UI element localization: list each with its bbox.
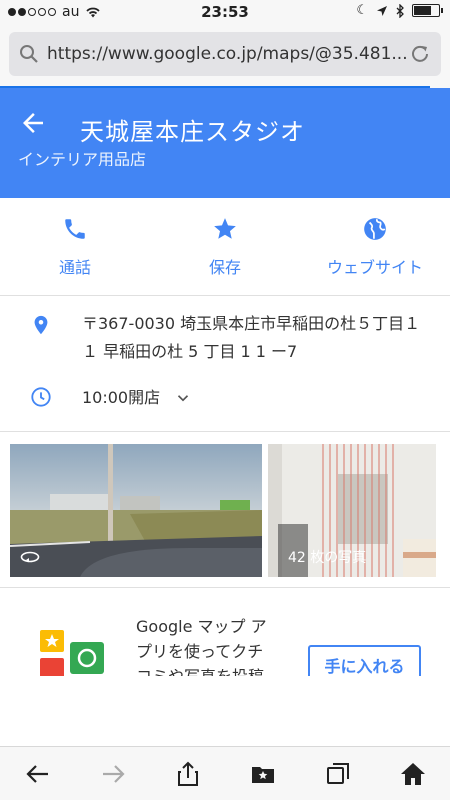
bookmarks-icon[interactable]	[249, 760, 277, 788]
battery-icon	[412, 4, 443, 17]
browser-toolbar	[0, 746, 450, 800]
call-button[interactable]: 通話	[0, 198, 150, 295]
search-icon	[20, 45, 38, 63]
tabs-icon[interactable]	[324, 760, 352, 788]
forward-icon[interactable]	[99, 760, 127, 788]
photo-count-label: 42 枚の写真	[288, 550, 367, 566]
place-title: 天城屋本庄スタジオ	[80, 118, 305, 146]
back-icon[interactable]	[24, 760, 52, 788]
app-promo: Google マップ アプリを使ってクチコミや写真を投稿 手に入れる	[0, 588, 450, 676]
back-arrow-icon[interactable]	[18, 108, 48, 138]
chevron-down-icon[interactable]	[174, 389, 192, 407]
photo-strip: 42 枚の写真	[0, 432, 450, 588]
promo-text: Google マップ アプリを使ってクチコミや写真を投稿	[136, 617, 267, 676]
place-header: 天城屋本庄スタジオ インテリア用品店	[0, 88, 450, 198]
location-arrow-icon	[377, 5, 387, 16]
place-details: 〒367-0030 埼玉県本庄市早稲田の杜５丁目１１ 早稲田の杜 5 丁目 1 …	[0, 296, 450, 432]
home-icon[interactable]	[399, 760, 427, 788]
street-view-360-icon	[20, 551, 40, 563]
website-label: ウェブサイト	[326, 258, 423, 277]
globe-icon	[364, 218, 386, 240]
moon-icon: ☾	[356, 3, 368, 18]
hours-text: 10:00開店	[82, 388, 161, 407]
place-category: インテリア用品店	[18, 150, 147, 166]
star-icon	[214, 218, 236, 239]
photos-thumbnail[interactable]: 42 枚の写真	[268, 444, 436, 577]
save-label: 保存	[208, 258, 241, 277]
browser-address-area: https://www.google.co.jp/maps/@35.481...	[0, 24, 450, 88]
call-label: 通話	[58, 258, 91, 277]
action-bar: 通話 保存 ウェブサイト	[0, 198, 450, 296]
reload-icon[interactable]	[409, 43, 431, 65]
bluetooth-icon	[396, 3, 404, 18]
share-icon[interactable]	[174, 760, 202, 788]
location-pin-icon	[34, 315, 48, 335]
get-app-button[interactable]: 手に入れる	[308, 645, 421, 676]
save-button[interactable]: 保存	[150, 198, 300, 295]
address-row[interactable]: 〒367-0030 埼玉県本庄市早稲田の杜５丁目１１ 早稲田の杜 5 丁目 1 …	[0, 310, 450, 366]
website-button[interactable]: ウェブサイト	[300, 198, 450, 295]
phone-icon	[65, 219, 85, 239]
address-text: 〒367-0030 埼玉県本庄市早稲田の杜５丁目１１ 早稲田の杜 5 丁目 1 …	[82, 314, 421, 361]
status-bar: au 23:53 ☾	[0, 0, 450, 24]
maps-app-logo-icon	[40, 630, 104, 676]
url-text[interactable]: https://www.google.co.jp/maps/@35.481...	[47, 44, 409, 64]
clock-icon	[31, 387, 51, 407]
address-bar[interactable]: https://www.google.co.jp/maps/@35.481...	[9, 32, 441, 76]
street-view-thumbnail[interactable]	[10, 444, 262, 577]
hours-row[interactable]: 10:00開店	[0, 384, 450, 412]
